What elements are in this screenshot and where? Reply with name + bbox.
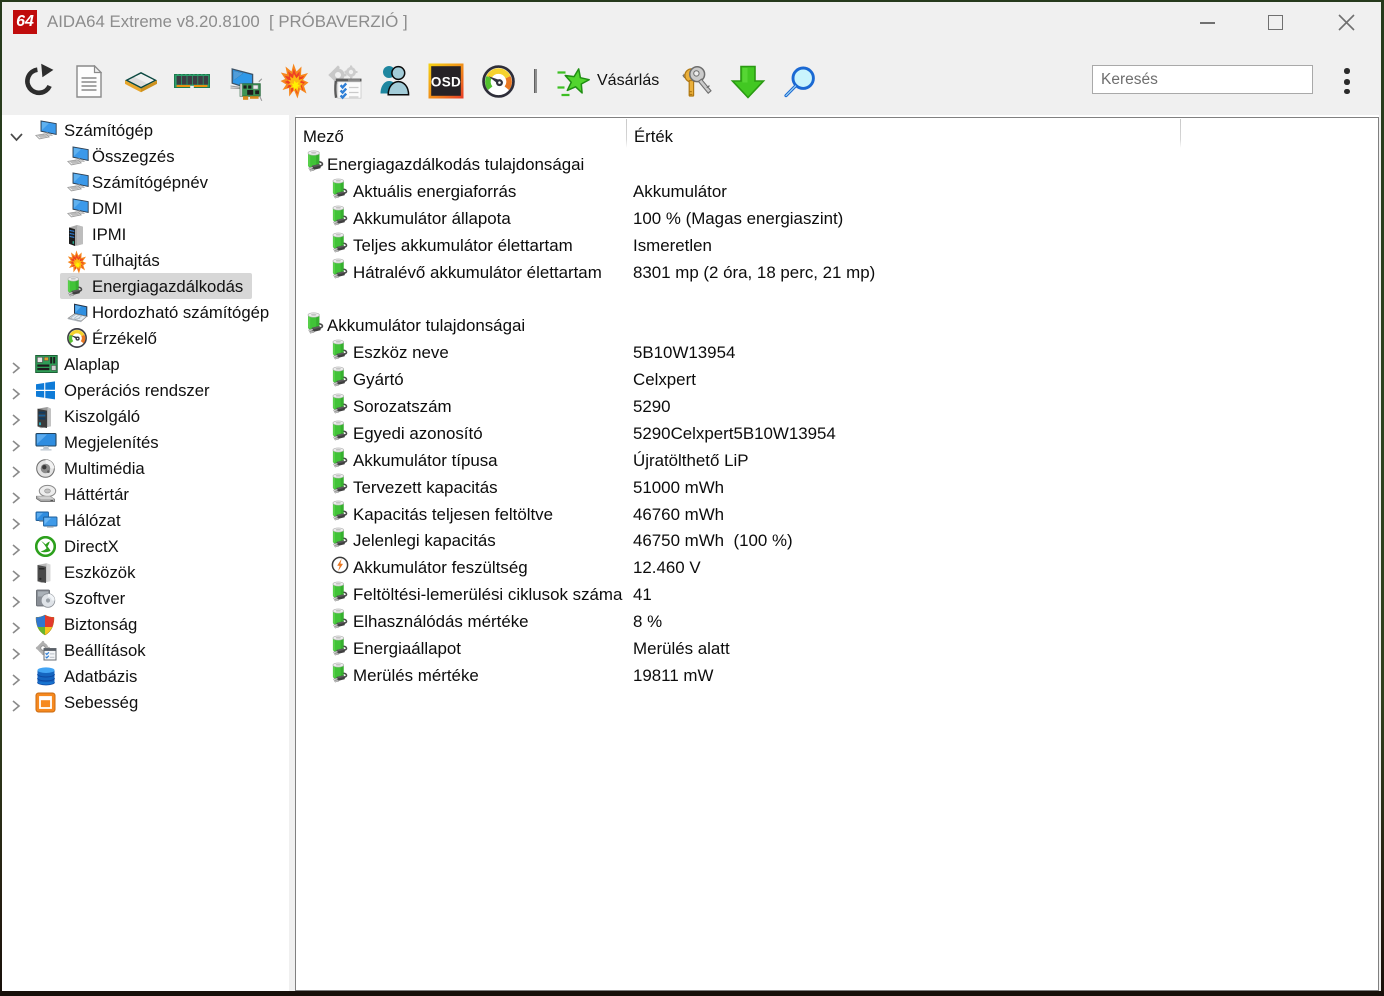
svg-text:OSD: OSD (431, 75, 461, 90)
